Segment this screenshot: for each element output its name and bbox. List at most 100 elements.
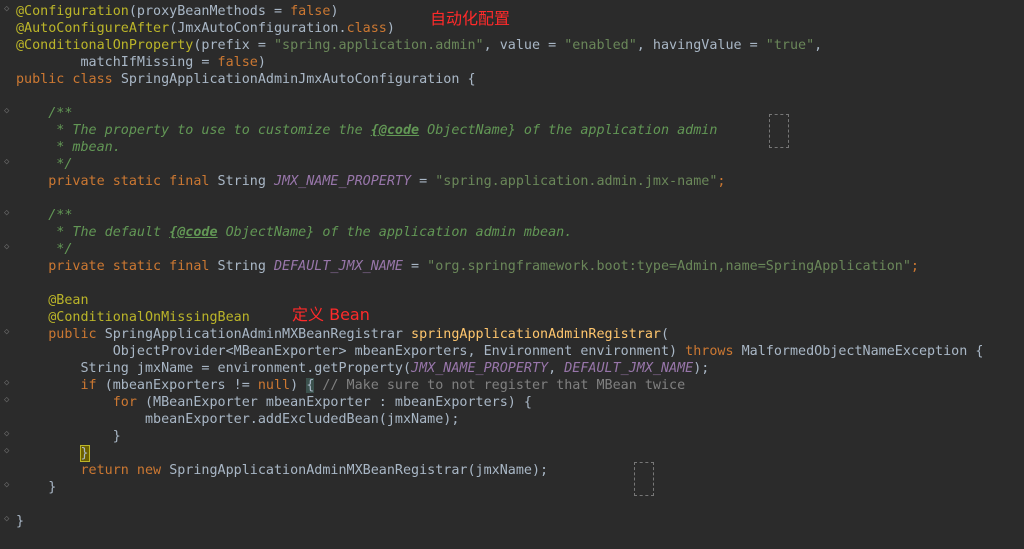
constant-token: JMX_NAME_PROPERTY [273, 174, 412, 189]
code-line[interactable]: @AutoConfigureAfter(JmxAutoConfiguration… [16, 20, 395, 37]
code-line[interactable]: public class SpringApplicationAdminJmxAu… [16, 71, 476, 88]
annotation-token: @ConditionalOnProperty [16, 38, 194, 53]
code-token: matchIfMissing = [16, 55, 218, 70]
string-token: "spring.application.admin.jmx-name" [435, 174, 718, 189]
doc-comment-line[interactable]: */ [16, 241, 72, 258]
code-token: ) [330, 4, 339, 19]
fold-marker-icon[interactable]: ◇ [4, 157, 11, 167]
code-token: (prefix = [193, 38, 274, 53]
code-line[interactable]: } [16, 445, 90, 462]
code-editor[interactable]: ◇ ◇ ◇ ◇ ◇ ◇ ◇ ◇ ◇ ◇ ◇ ◇ @Configuration(p… [0, 0, 1024, 549]
code-line[interactable]: ObjectProvider<MBeanExporter> mbeanExpor… [16, 343, 984, 360]
code-line[interactable]: } [16, 513, 24, 530]
keyword-token: private static final [16, 174, 218, 189]
doc-comment-line[interactable]: /** [16, 105, 72, 122]
type-token: SpringApplicationAdminMXBeanRegistrar [104, 327, 412, 342]
method-name-token: springApplicationAdminRegistrar [411, 327, 661, 342]
code-line[interactable]: matchIfMissing = false) [16, 54, 266, 71]
keyword-token: public [16, 327, 105, 342]
code-token: String [217, 259, 274, 274]
string-token: "enabled" [564, 38, 637, 53]
comment-token: // Make sure to not register that MBean … [322, 378, 686, 393]
keyword-token: if [80, 378, 105, 393]
fold-marker-icon[interactable]: ◇ [4, 514, 11, 524]
keyword-token: ; [910, 259, 919, 274]
code-token: ) [386, 21, 395, 36]
code-line[interactable]: @ConditionalOnProperty(prefix = "spring.… [16, 37, 822, 54]
string-token: "spring.application.admin" [274, 38, 484, 53]
doc-comment-line[interactable]: /** [16, 207, 72, 224]
code-line[interactable]: mbeanExporter.addExcludedBean(jmxName); [16, 411, 459, 428]
fold-marker-icon[interactable]: ◇ [4, 106, 11, 116]
code-line[interactable]: String jmxName = environment.getProperty… [16, 360, 709, 377]
code-line[interactable]: } [16, 479, 56, 496]
code-token: ); [693, 361, 710, 376]
code-token: , [548, 361, 565, 376]
code-token: String jmxName = environment.getProperty… [16, 361, 412, 376]
fold-marker-icon[interactable]: ◇ [4, 4, 11, 14]
fold-marker-icon[interactable]: ◇ [4, 395, 11, 405]
constant-token: DEFAULT_JMX_NAME [564, 361, 694, 376]
code-token: (mbeanExporters != [104, 378, 258, 393]
code-line[interactable]: @ConditionalOnMissingBean [16, 309, 250, 326]
code-token: ( [660, 327, 670, 342]
doc-token: * The default [16, 225, 170, 240]
code-token: , value = [483, 38, 565, 53]
code-line[interactable]: if (mbeanExporters != null) { // Make su… [16, 377, 685, 394]
fold-marker-icon[interactable]: ◇ [4, 327, 11, 337]
code-line[interactable]: public SpringApplicationAdminMXBeanRegis… [16, 326, 669, 343]
code-token: (JmxAutoConfiguration. [169, 21, 347, 36]
fold-marker-icon[interactable]: ◇ [4, 378, 11, 388]
code-line[interactable]: for (MBeanExporter mbeanExporter : mbean… [16, 394, 532, 411]
code-token: ) [257, 55, 266, 70]
code-token: = [411, 174, 436, 189]
string-token: "true" [765, 38, 815, 53]
code-line[interactable]: private static final String JMX_NAME_PRO… [16, 173, 725, 190]
keyword-token: return new [80, 463, 170, 478]
string-token: "org.springframework.boot:type=Admin,nam… [427, 259, 911, 274]
code-token: , havingValue = [636, 38, 766, 53]
code-token: (MBeanExporter mbeanExporter : mbeanExpo… [145, 395, 532, 410]
dashed-box [634, 462, 654, 496]
keyword-token: ; [717, 174, 726, 189]
fold-marker-icon[interactable]: ◇ [4, 429, 11, 439]
code-token: ObjectProvider<MBeanExporter> mbeanExpor… [16, 344, 686, 359]
keyword-token: null [257, 378, 291, 393]
annotation-auto-config: 自动化配置 [430, 9, 511, 28]
keyword-token: class [346, 21, 387, 36]
constant-token: JMX_NAME_PROPERTY [411, 361, 549, 376]
annotation-define-bean: 定义 Bean [292, 305, 370, 324]
fold-marker-icon[interactable]: ◇ [4, 242, 11, 252]
annotation-token: @Configuration [16, 4, 129, 19]
code-token: MalformedObjectNameException { [741, 344, 984, 359]
fold-marker-icon[interactable]: ◇ [4, 208, 11, 218]
code-line[interactable]: @Bean [16, 292, 88, 309]
doc-comment-line[interactable]: */ [16, 156, 72, 173]
code-line[interactable]: } [16, 428, 121, 445]
code-token: ) [290, 378, 307, 393]
doc-token: ObjectName} of the application admin mbe… [217, 225, 573, 240]
doc-comment-line[interactable]: * The property to use to customize the {… [16, 122, 717, 139]
dashed-box [769, 114, 789, 148]
code-line[interactable]: @Configuration(proxyBeanMethods = false) [16, 3, 339, 20]
code-token: SpringApplicationAdminMXBeanRegistrar(jm… [169, 463, 549, 478]
keyword-token: false [290, 4, 331, 19]
code-line[interactable]: return new SpringApplicationAdminMXBeanR… [16, 462, 549, 479]
code-line[interactable]: private static final String DEFAULT_JMX_… [16, 258, 919, 275]
keyword-token: private static final [16, 259, 218, 274]
constant-token: DEFAULT_JMX_NAME [273, 259, 403, 274]
doc-token: * The property to use to customize the [16, 123, 371, 138]
fold-marker-icon[interactable]: ◇ [4, 480, 11, 490]
doc-tag-token: {@code [370, 123, 420, 138]
doc-tag-token: {@code [169, 225, 218, 240]
code-token: , [814, 38, 823, 53]
doc-comment-line[interactable]: * The default {@code ObjectName} of the … [16, 224, 572, 241]
doc-comment-line[interactable]: * mbean. [16, 139, 121, 156]
code-token: (proxyBeanMethods = [128, 4, 291, 19]
fold-marker-icon[interactable]: ◇ [4, 446, 11, 456]
caret-brace: } [79, 445, 90, 462]
